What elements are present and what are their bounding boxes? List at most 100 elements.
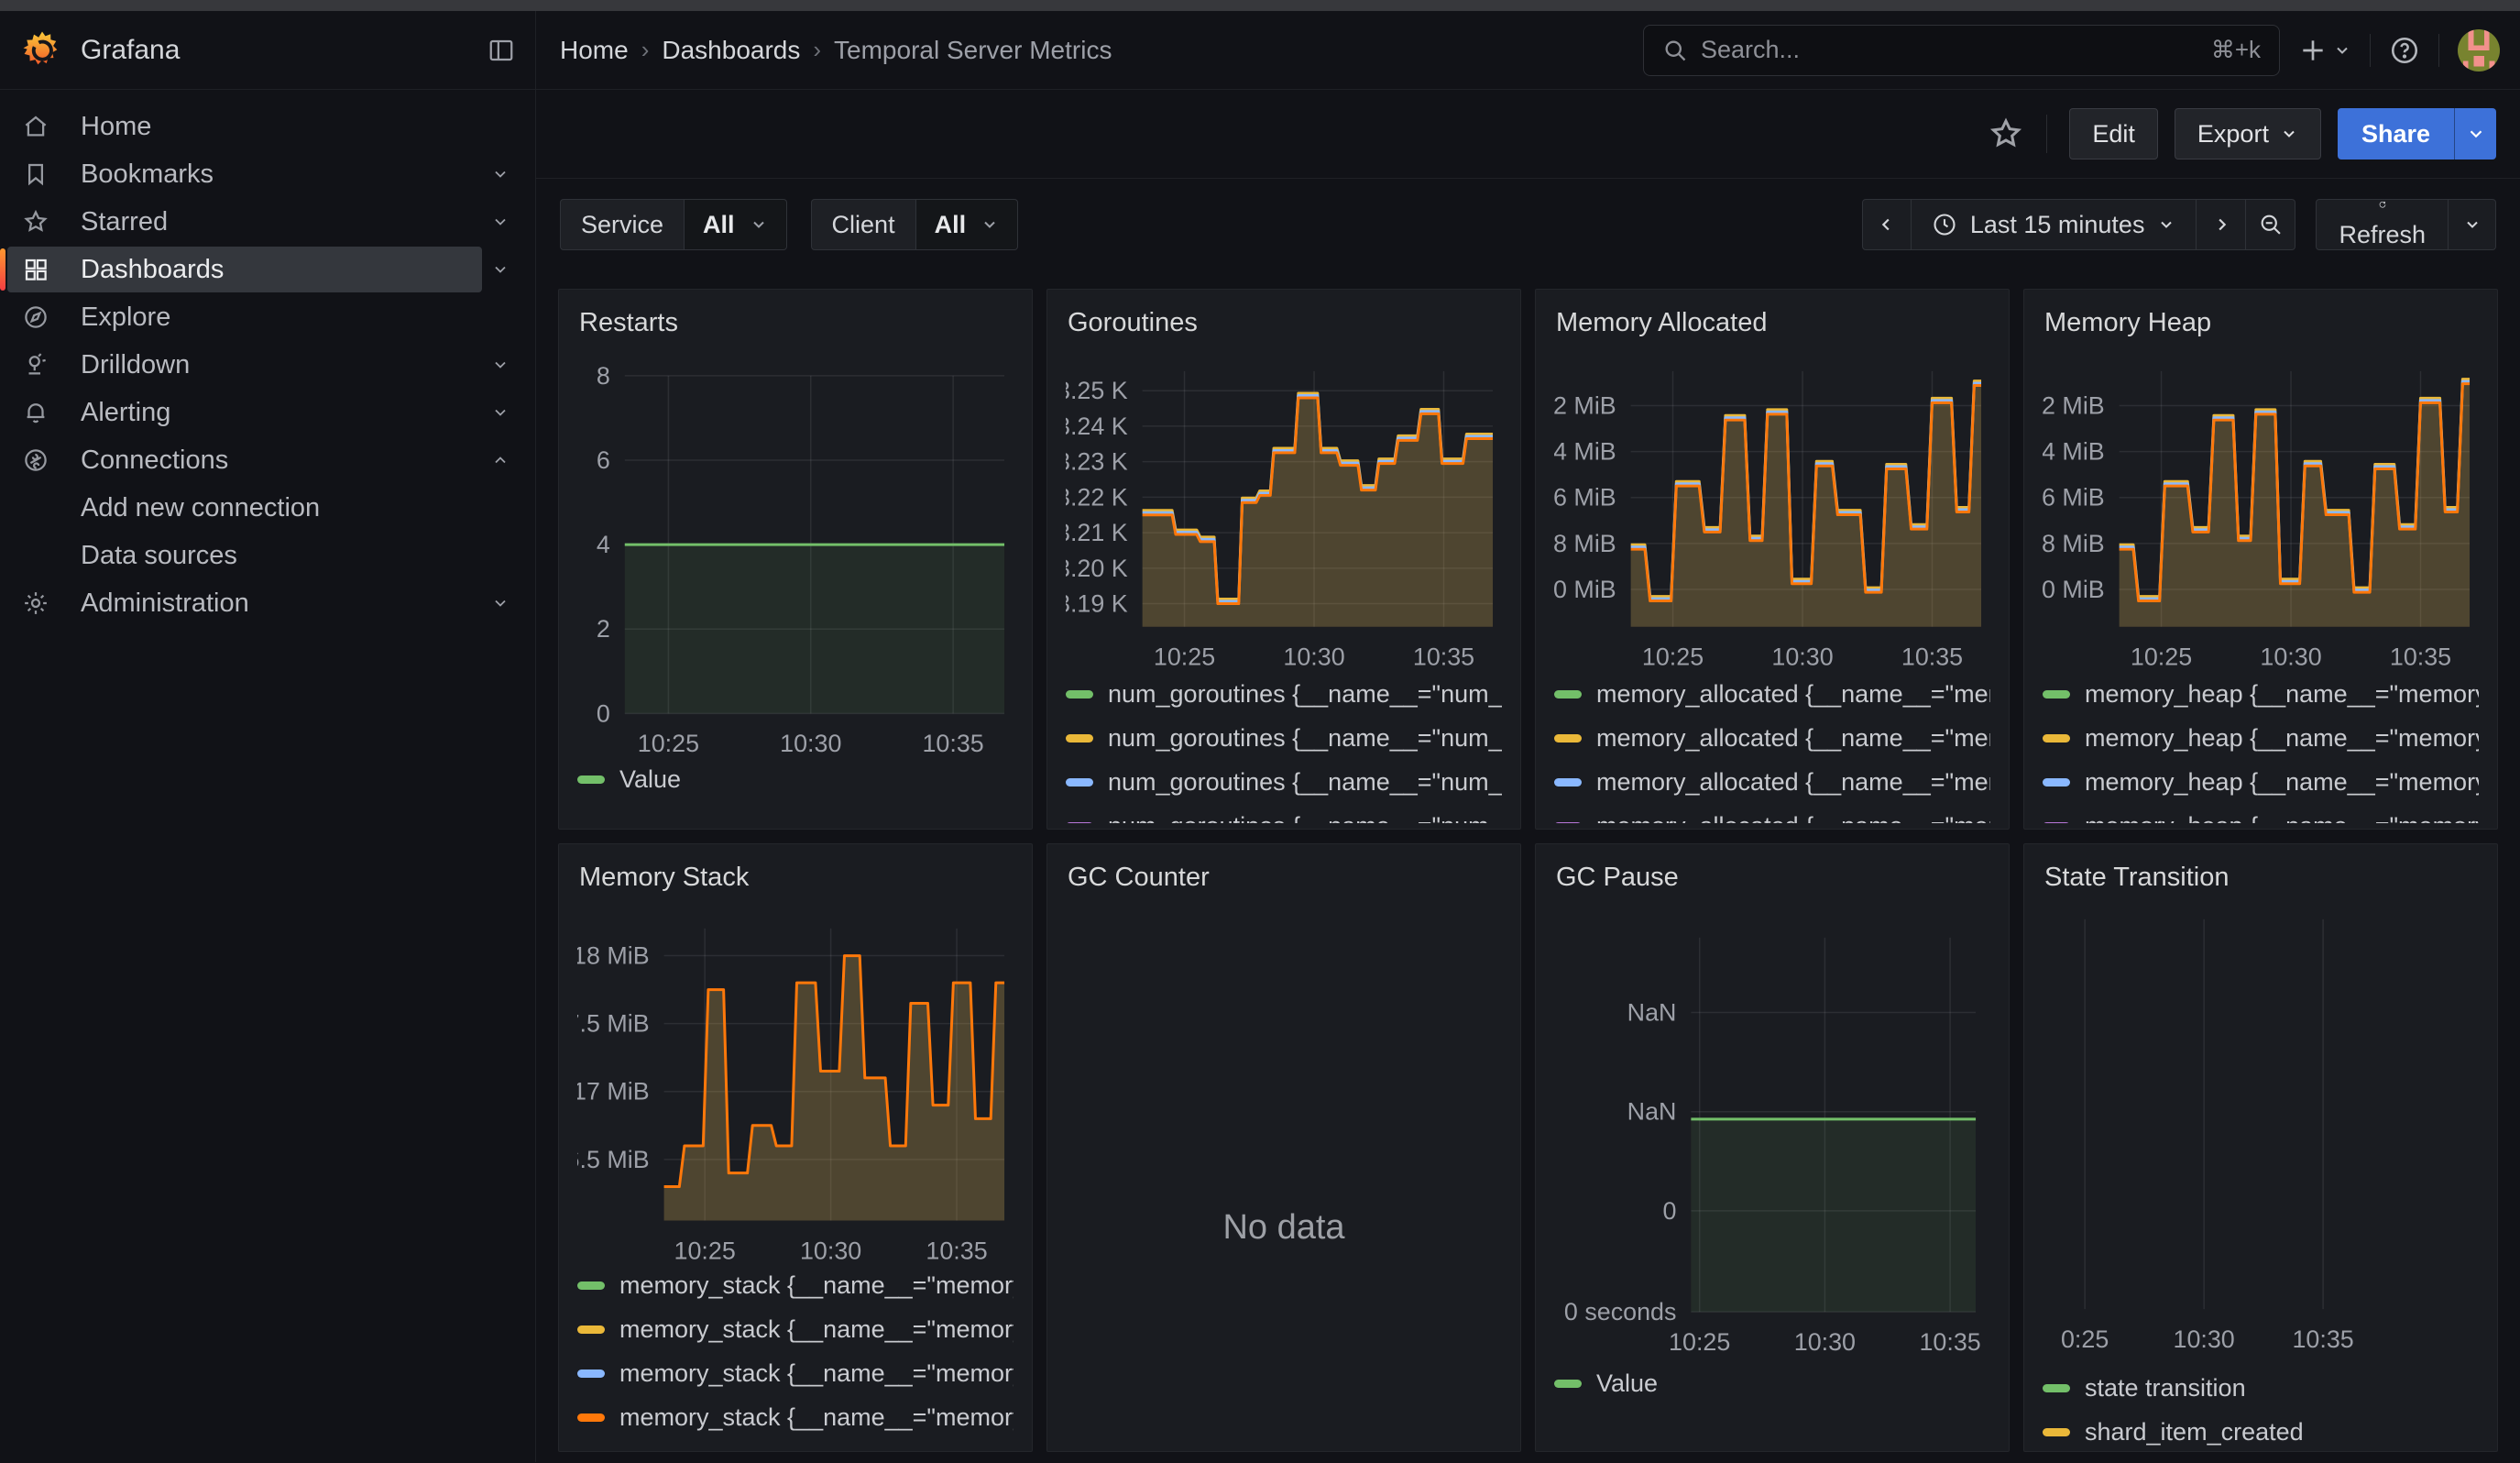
client-filter: Client All	[811, 199, 1019, 250]
chevron-down-icon	[491, 213, 509, 231]
chart-legend: memory_allocated {__name__="memomemory_a…	[1554, 673, 1990, 823]
refresh-interval-button[interactable]	[2449, 199, 2496, 250]
sidebar-toggle-icon[interactable]	[488, 37, 515, 64]
legend-item[interactable]: memory_heap {__name__="memory_h	[2043, 673, 2479, 717]
search-box[interactable]: ⌘+k	[1643, 25, 2280, 76]
avatar[interactable]	[2458, 29, 2500, 72]
legend-series-marker	[577, 1326, 605, 1334]
sidebar-item-add-new-connection[interactable]: Add new connection	[0, 484, 535, 532]
zoom-out-button[interactable]	[2246, 199, 2295, 250]
legend-series-marker	[577, 1370, 605, 1378]
time-range-picker[interactable]: Last 15 minutes	[1912, 199, 2197, 250]
svg-text:8: 8	[597, 362, 610, 390]
compass-icon	[22, 303, 49, 331]
legend-item[interactable]: num_goroutines {__name__="num_go	[1066, 673, 1502, 717]
favorite-star-icon[interactable]	[1988, 116, 2024, 152]
refresh-button[interactable]: Refresh	[2316, 199, 2449, 250]
dashboard-grid: Restarts 8642010:2510:3010:35 Value Goro…	[536, 270, 2520, 1452]
client-filter-value[interactable]: All	[916, 199, 1019, 250]
svg-text:3.23 K: 3.23 K	[1066, 448, 1128, 476]
legend-series-marker	[577, 1282, 605, 1290]
sidebar-item-administration[interactable]: Administration	[0, 579, 535, 627]
svg-text:10:30: 10:30	[1771, 644, 1833, 671]
gc-pause-chart[interactable]: NaNNaN00 seconds10:2510:3010:35	[1554, 906, 1990, 1362]
legend-item[interactable]: memory_heap {__name__="memory_h	[2043, 761, 2479, 805]
service-filter-value[interactable]: All	[685, 199, 787, 250]
time-forward-button[interactable]	[2197, 199, 2246, 250]
edit-button[interactable]: Edit	[2069, 108, 2158, 160]
svg-text:10:30: 10:30	[2174, 1326, 2235, 1353]
add-new-button[interactable]	[2298, 36, 2351, 65]
panel-title: GC Pause	[1556, 863, 1990, 893]
sidebar-item-dashboards[interactable]: Dashboards	[0, 246, 535, 293]
legend-item[interactable]: memory_heap {__name__="memory_h	[2043, 805, 2479, 823]
legend-series-label: memory_allocated {__name__="memo	[1596, 680, 1990, 709]
chevron-down-icon	[2333, 41, 2351, 60]
time-controls: Last 15 minutes Refresh	[1862, 199, 2496, 250]
legend-series-marker	[2043, 1384, 2070, 1392]
dashboards-grid-icon	[22, 256, 49, 283]
legend-item[interactable]: memory_stack {__name__="memory_s	[577, 1351, 1013, 1395]
search-input[interactable]	[1701, 36, 2198, 64]
time-back-button[interactable]	[1862, 199, 1912, 250]
legend-item[interactable]: memory_allocated {__name__="memo	[1554, 673, 1990, 717]
memory-stack-chart[interactable]: 18 MiB17.5 MiB17 MiB16.5 MiB10:2510:3010…	[577, 906, 1013, 1263]
legend-item[interactable]: memory_stack {__name__="memory_s	[577, 1307, 1013, 1351]
sidebar-item-data-sources[interactable]: Data sources	[0, 532, 535, 579]
legend-series-label: num_goroutines {__name__="num_go	[1108, 724, 1502, 753]
breadcrumb-home[interactable]: Home	[560, 36, 629, 65]
legend-series-label: memory_heap {__name__="memory_h	[2085, 768, 2479, 797]
legend-item[interactable]: Value	[1554, 1362, 1990, 1406]
goroutines-chart[interactable]: 3.25 K3.24 K3.23 K3.22 K3.21 K3.20 K3.19…	[1066, 351, 1502, 673]
panel-restarts: Restarts 8642010:2510:3010:35 Value	[558, 289, 1033, 830]
share-menu-button[interactable]	[2454, 108, 2496, 160]
window-top-strip	[0, 0, 2520, 11]
chevron-down-icon	[981, 215, 999, 234]
chart-legend: memory_heap {__name__="memory_hmemory_he…	[2043, 673, 2479, 823]
sidebar-item-drilldown[interactable]: Drilldown	[0, 341, 535, 389]
legend-item[interactable]: num_goroutines {__name__="num_go	[1066, 761, 1502, 805]
legend-item[interactable]: memory_allocated {__name__="memo	[1554, 717, 1990, 761]
legend-item[interactable]: num_goroutines {__name__="num_go	[1066, 717, 1502, 761]
legend-series-marker	[2043, 734, 2070, 742]
memory-allocated-chart[interactable]: 72 MiB64 MiB56 MiB48 MiB40 MiB10:2510:30…	[1554, 351, 1990, 673]
export-button[interactable]: Export	[2175, 108, 2321, 160]
memory-heap-chart[interactable]: 72 MiB64 MiB56 MiB48 MiB40 MiB10:2510:30…	[2043, 351, 2479, 673]
sidebar-item-home[interactable]: Home	[0, 103, 535, 150]
svg-text:10:30: 10:30	[780, 730, 841, 757]
sidebar-item-connections[interactable]: Connections	[0, 436, 535, 484]
help-button[interactable]	[2389, 35, 2420, 66]
sidebar-item-explore[interactable]: Explore	[0, 293, 535, 341]
legend-item[interactable]: Value	[577, 757, 1013, 801]
legend-item[interactable]: state transition	[2043, 1367, 2479, 1411]
svg-text:40 MiB: 40 MiB	[1554, 576, 1616, 603]
sidebar-item-starred[interactable]: Starred	[0, 198, 535, 246]
state-transition-chart[interactable]: 0:2510:3010:35	[2043, 906, 2479, 1367]
legend-item[interactable]: memory_heap {__name__="memory_h	[2043, 717, 2479, 761]
clock-icon	[1932, 212, 1957, 237]
svg-text:3.24 K: 3.24 K	[1066, 412, 1128, 440]
svg-text:10:35: 10:35	[1413, 644, 1474, 671]
legend-series-label: memory_stack {__name__="memory_s	[619, 1315, 1013, 1344]
legend-item[interactable]: num_goroutines {__name__="num_go	[1066, 805, 1502, 823]
top-nav-bar: Grafana Home › Dashboards › Temporal Ser…	[0, 11, 2520, 90]
sidebar-item-bookmarks[interactable]: Bookmarks	[0, 150, 535, 198]
legend-item[interactable]: memory_allocated {__name__="memo	[1554, 805, 1990, 823]
sidebar-item-alerting[interactable]: Alerting	[0, 389, 535, 436]
share-button[interactable]: Share	[2338, 108, 2454, 160]
legend-series-marker	[2043, 1428, 2070, 1436]
chevron-down-icon	[491, 260, 509, 279]
toolbar-divider	[2046, 115, 2047, 153]
breadcrumb-dashboards[interactable]: Dashboards	[662, 36, 800, 65]
svg-text:2: 2	[597, 615, 610, 643]
legend-item[interactable]: memory_stack {__name__="memory_s	[577, 1395, 1013, 1439]
service-filter: Service All	[560, 199, 787, 250]
legend-item[interactable]: memory_allocated {__name__="memo	[1554, 761, 1990, 805]
legend-series-marker	[2043, 690, 2070, 698]
svg-text:17.5 MiB: 17.5 MiB	[577, 1010, 650, 1038]
svg-text:3.22 K: 3.22 K	[1066, 483, 1128, 511]
legend-item[interactable]: shard_item_created	[2043, 1411, 2479, 1452]
svg-text:0: 0	[1662, 1197, 1676, 1225]
restarts-chart[interactable]: 8642010:2510:3010:35	[577, 351, 1013, 757]
legend-item[interactable]: memory_stack {__name__="memory_s	[577, 1263, 1013, 1307]
